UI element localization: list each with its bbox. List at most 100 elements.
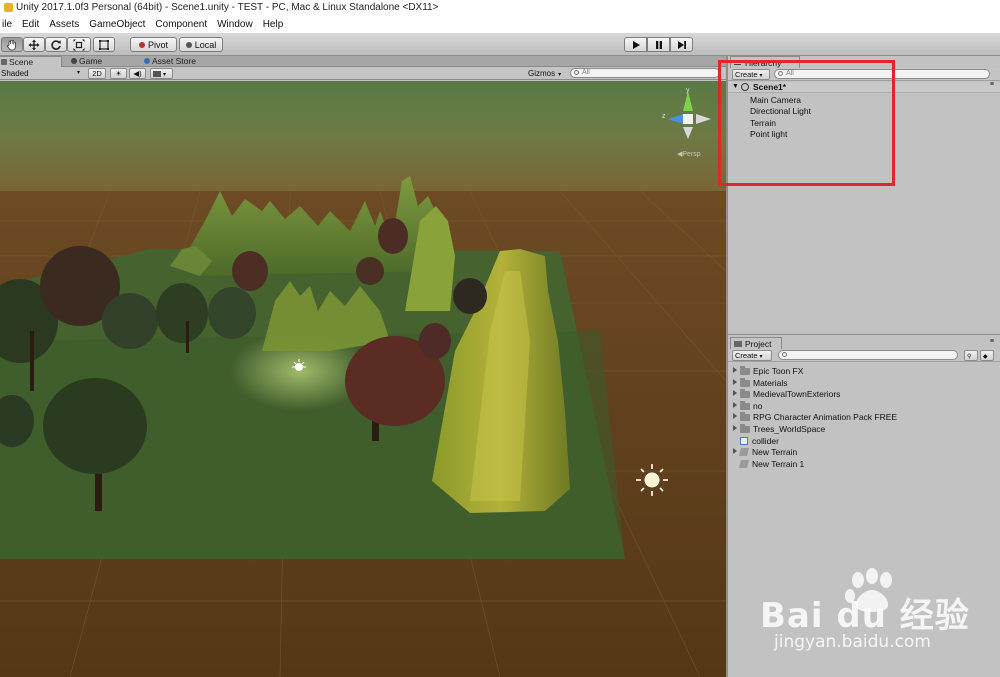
project-item[interactable]: Materials: [733, 378, 787, 389]
tab-game-label: Game: [79, 56, 103, 66]
folder-icon: [740, 401, 750, 410]
tab-asset-store[interactable]: Asset Store: [143, 56, 223, 67]
project-create-label: Create: [735, 351, 758, 360]
expand-arrow-icon[interactable]: [733, 425, 737, 431]
rotate-icon: [51, 39, 61, 50]
search-icon: [574, 70, 579, 75]
gizmos-dropdown[interactable]: Gizmos ▾: [528, 68, 564, 79]
hand-icon: [7, 39, 16, 50]
project-item-label: collider: [752, 436, 779, 446]
gizmos-label: Gizmos: [528, 69, 556, 78]
scale-tool-button[interactable]: [67, 37, 91, 52]
2d-label: 2D: [92, 69, 102, 78]
step-icon: [677, 40, 686, 49]
menu-gameobject[interactable]: GameObject: [89, 19, 145, 30]
move-icon: [28, 39, 40, 50]
main-toolbar: Pivot Local: [0, 33, 1000, 56]
project-item-label: New Terrain: [752, 447, 798, 457]
menu-assets[interactable]: Assets: [49, 19, 79, 30]
expand-arrow-icon[interactable]: [733, 367, 737, 373]
folder-icon: [740, 378, 750, 387]
terrain-asset-icon: [738, 448, 750, 456]
move-tool-button[interactable]: [23, 37, 45, 52]
window-title: Unity 2017.1.0f3 Personal (64bit) - Scen…: [16, 2, 439, 13]
effects-dropdown[interactable]: ▾: [150, 68, 173, 79]
project-item[interactable]: no: [733, 401, 762, 412]
play-icon: [632, 40, 640, 49]
project-toolbar: Create ▾ ⚲ ◆: [728, 349, 1000, 362]
project-search-input[interactable]: [778, 350, 958, 360]
script-icon: [740, 437, 748, 445]
tab-scene-label: Scene: [9, 57, 34, 67]
local-toggle-button[interactable]: Local: [179, 37, 223, 52]
baidu-logo-text: Bai du 经验: [760, 596, 970, 636]
baidu-watermark: Bai du 经验 jingyan.baidu.com: [760, 568, 990, 658]
scene-viewport[interactable]: y z ◀Persp: [0, 81, 726, 677]
menu-edit[interactable]: Edit: [22, 19, 39, 30]
folder-icon: [740, 412, 750, 421]
baidu-url: jingyan.baidu.com: [774, 632, 931, 652]
project-item-label: RPG Character Animation Pack FREE: [753, 412, 898, 422]
pivot-icon: [138, 41, 145, 48]
filter-icon: ⚲: [967, 354, 972, 360]
project-item[interactable]: MedievalTownExteriors: [733, 389, 840, 400]
expand-arrow-icon[interactable]: [733, 379, 737, 385]
play-button[interactable]: [624, 37, 647, 52]
menu-help[interactable]: Help: [263, 19, 284, 30]
expand-arrow-icon[interactable]: [733, 390, 737, 396]
hand-tool-button[interactable]: [1, 37, 23, 52]
expand-arrow-icon[interactable]: [733, 413, 737, 419]
pause-button[interactable]: [647, 37, 670, 52]
gizmo-y-label: y: [686, 87, 690, 94]
lighting-toggle-button[interactable]: ☀: [110, 68, 127, 79]
step-button[interactable]: [670, 37, 693, 52]
scene-search-input[interactable]: All: [570, 68, 720, 78]
terrain-asset-icon: [738, 460, 750, 468]
scene-view-toolbar: Shaded ▾ 2D ☀ ◀) ▾ Gizmos ▾ All: [0, 67, 726, 80]
local-label: Local: [194, 39, 217, 50]
scene-menu-icon[interactable]: ≡: [990, 81, 994, 88]
tab-project[interactable]: Project: [730, 337, 782, 349]
expand-arrow-icon[interactable]: [733, 448, 737, 454]
project-item[interactable]: Epic Toon FX: [733, 366, 803, 377]
projection-label[interactable]: ◀Persp: [677, 150, 701, 158]
folder-icon: [734, 341, 742, 347]
pause-icon: [655, 40, 662, 49]
project-item[interactable]: New Terrain 1: [733, 459, 804, 470]
project-item-label: no: [753, 401, 763, 411]
project-item-label: Epic Toon FX: [753, 366, 804, 376]
scene-icon: [1, 59, 7, 65]
rotate-tool-button[interactable]: [45, 37, 67, 52]
project-item[interactable]: New Terrain: [733, 447, 797, 458]
image-icon: [153, 71, 161, 77]
audio-toggle-button[interactable]: ◀): [129, 68, 146, 79]
projection-text: Persp: [682, 151, 701, 158]
project-create-dropdown[interactable]: Create ▾: [732, 350, 772, 361]
panel-menu-icon[interactable]: ≡: [990, 338, 994, 345]
rect-tool-button[interactable]: [93, 37, 115, 52]
menu-component[interactable]: Component: [155, 19, 207, 30]
asset-store-icon: [144, 58, 150, 64]
menu-window[interactable]: Window: [217, 19, 253, 30]
scene-search-placeholder: All: [582, 69, 590, 76]
project-item[interactable]: Trees_WorldSpace: [733, 424, 825, 435]
filter-by-label-button[interactable]: ◆: [980, 350, 994, 361]
tab-game[interactable]: Game: [70, 56, 140, 67]
pivot-toggle-button[interactable]: Pivot: [130, 37, 177, 52]
dropdown-arrow-icon: ▾: [558, 72, 562, 78]
sun-icon: ☀: [115, 69, 122, 78]
folder-icon: [740, 366, 750, 375]
menu-file[interactable]: ile: [2, 19, 12, 30]
shading-mode-dropdown[interactable]: Shaded ▾: [0, 68, 82, 79]
filter-by-type-button[interactable]: ⚲: [964, 350, 978, 361]
project-item[interactable]: RPG Character Animation Pack FREE: [733, 412, 897, 423]
project-item[interactable]: collider: [733, 436, 779, 447]
expand-arrow-icon[interactable]: [733, 402, 737, 408]
game-icon: [71, 58, 77, 64]
2d-toggle-button[interactable]: 2D: [88, 68, 106, 79]
folder-icon: [740, 424, 750, 433]
unity-logo-icon: [4, 2, 13, 12]
local-icon: [185, 41, 192, 48]
search-icon: [782, 352, 787, 357]
tab-scene[interactable]: Scene: [0, 56, 62, 67]
